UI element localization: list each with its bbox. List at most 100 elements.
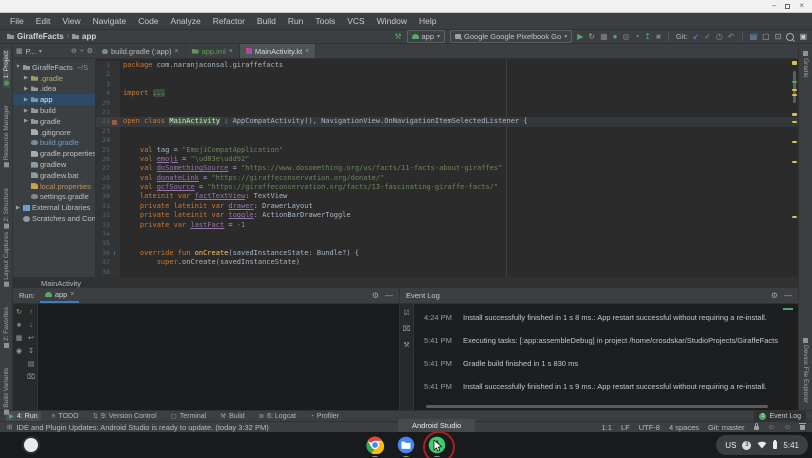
horizontal-scrollbar[interactable] (426, 405, 768, 408)
tool-button-profiler[interactable]: ◔Profiler (307, 411, 342, 421)
expand-arrow-icon[interactable]: ▼ (15, 64, 21, 70)
status-lf[interactable]: LF (621, 423, 630, 432)
print-icon[interactable]: ▤ (28, 361, 35, 368)
menu-run[interactable]: Run (282, 16, 310, 26)
tree-item-gitignore[interactable]: .gitignore (13, 127, 95, 138)
build-face-icon[interactable]: ☺ (784, 424, 791, 431)
status-4-spaces[interactable]: 4 spaces (669, 423, 699, 432)
expand-arrow-icon[interactable]: ▶ (23, 118, 29, 124)
mark-read-icon[interactable]: ☑ (403, 310, 409, 317)
tab-build-gradle-app[interactable]: build.gradle (:app)× (96, 44, 186, 58)
status-message[interactable]: IDE and Plugin Updates: Android Studio i… (16, 423, 268, 432)
git-history-icon[interactable]: ◷ (716, 32, 723, 41)
tree-item-build[interactable]: ▶build (13, 105, 95, 116)
editor-scrollbar[interactable] (793, 71, 796, 103)
stop-icon[interactable]: ■ (17, 322, 21, 329)
tab-app-iml[interactable]: app.iml× (186, 44, 240, 58)
down-stack-icon[interactable]: ↓ (29, 322, 33, 329)
clear-all-icon[interactable]: ⌧ (27, 374, 35, 381)
expand-arrow-icon[interactable]: ▶ (15, 205, 21, 211)
tab-mainactivity-kt[interactable]: MainActivity.kt× (240, 44, 316, 58)
status-1-1[interactable]: 1:1 (602, 423, 612, 432)
status-git-master[interactable]: Git: master (708, 423, 745, 432)
tool-stripe-layout-captures[interactable]: Layout Captures (3, 230, 10, 289)
log-settings-icon[interactable]: ⚒ (403, 342, 409, 349)
editor-breadcrumb[interactable]: MainActivity (41, 279, 81, 288)
lock-icon[interactable] (754, 426, 759, 430)
soft-wrap-icon[interactable]: ↩ (28, 335, 34, 342)
minimize-panel-icon[interactable]: — (385, 291, 393, 300)
status-message-area[interactable]: ⊞ IDE and Plugin Updates: Android Studio… (7, 423, 269, 432)
menu-window[interactable]: Window (371, 16, 413, 26)
window-icon[interactable]: ▣ (799, 32, 807, 41)
tree-item-gradlew-bat[interactable]: gradlew.bat (13, 170, 95, 181)
tool-stripe-build-variants[interactable]: Build Variants (3, 366, 10, 417)
restore-layout-icon[interactable]: ▦ (16, 335, 23, 342)
minimize-icon[interactable]: – (772, 2, 776, 10)
close-icon[interactable]: × (799, 2, 804, 10)
apply-changes-icon[interactable]: ▦ (600, 32, 608, 41)
expand-arrow-icon[interactable]: ▶ (23, 86, 29, 92)
device-selector[interactable]: Google Google Pixelbook Go ▾ (450, 30, 572, 43)
tool-stripe-2-structure[interactable]: 2: Structure (3, 186, 10, 231)
tool-button-build[interactable]: ⚒Build (217, 411, 247, 421)
avd-manager-icon[interactable]: ▢ (762, 32, 770, 41)
rerun-icon[interactable]: ↻ (588, 32, 595, 41)
close-icon[interactable]: × (305, 48, 309, 55)
close-icon[interactable]: × (229, 48, 233, 55)
status-utf-8[interactable]: UTF-8 (639, 423, 660, 432)
hide-panel-icon[interactable]: ⊖ (71, 47, 77, 55)
up-stack-icon[interactable]: ↑ (29, 309, 33, 316)
restore-icon[interactable] (785, 4, 790, 9)
tool-button-terminal[interactable]: ▢Terminal (168, 411, 210, 421)
tool-stripe-1-project[interactable]: 1: Project (3, 49, 10, 87)
run-config-selector[interactable]: app ▾ (407, 30, 446, 43)
pin-icon[interactable]: ◉ (16, 348, 22, 355)
profile-android-icon[interactable]: ↥ (644, 32, 651, 41)
tree-item-gradlew[interactable]: gradlew (13, 159, 95, 170)
sdk-manager-icon[interactable]: ⊡ (775, 32, 782, 41)
tool-button-4-run[interactable]: ▶4: Run (6, 411, 41, 421)
tree-item-gradle-properties[interactable]: gradle.properties (13, 148, 95, 159)
project-view-selector[interactable]: P... (26, 47, 36, 56)
tree-item-scratches-and-consoles[interactable]: Scratches and Consoles (13, 213, 95, 224)
close-icon[interactable]: × (70, 291, 74, 298)
tree-item-settings-gradle[interactable]: settings.gradle (13, 192, 95, 203)
expand-arrow-icon[interactable]: ▶ (23, 97, 29, 103)
launcher-button[interactable] (24, 438, 38, 452)
notifications-icon[interactable] (800, 425, 805, 430)
tool-stripe-2-favorites[interactable]: 2: Favorites (3, 305, 10, 350)
breadcrumb-project[interactable]: GiraffeFacts (17, 32, 64, 41)
tool-button-6-logcat[interactable]: ≣6: Logcat (256, 411, 299, 421)
tool-stripe-gradle[interactable]: Gradle (802, 49, 809, 80)
menu-view[interactable]: View (56, 16, 86, 26)
menu-help[interactable]: Help (413, 16, 442, 26)
shelf-status-area[interactable]: US 3 5:41 (716, 435, 808, 455)
menu-edit[interactable]: Edit (30, 16, 57, 26)
menu-code[interactable]: Code (132, 16, 164, 26)
tree-item-external-libraries[interactable]: ▶External Libraries (13, 202, 95, 213)
project-tree[interactable]: ▼GiraffeFacts~/S▶.gradle▶.idea▶app▶build… (13, 59, 96, 277)
gear-icon[interactable]: ⚙ (771, 291, 778, 300)
run-console[interactable] (38, 304, 399, 410)
tool-button-9-version-control[interactable]: ⇅9: Version Control (90, 411, 160, 421)
tool-stripe-resource-manager[interactable]: Resource Manager (3, 103, 10, 169)
menu-refactor[interactable]: Refactor (207, 16, 251, 26)
event-log-content[interactable]: 4:24 PMInstall successfully finished in … (414, 304, 798, 410)
collapse-all-icon[interactable]: ÷ (80, 48, 84, 55)
files-shelf-icon[interactable] (397, 436, 415, 454)
tool-stripe-device-file-explorer[interactable]: Device File Explorer (802, 336, 809, 405)
breadcrumb-module[interactable]: app (82, 32, 96, 41)
tree-item-gradle[interactable]: ▶gradle (13, 116, 95, 127)
git-rollback-icon[interactable]: ↶ (728, 32, 735, 41)
tool-button-todo[interactable]: ≡TODO (49, 411, 82, 421)
git-update-icon[interactable]: ↙ (693, 32, 700, 41)
stop-icon[interactable]: ■ (656, 32, 661, 41)
menu-vcs[interactable]: VCS (341, 16, 370, 26)
run-tab-app[interactable]: app × (40, 288, 80, 303)
debug-icon[interactable]: ● (613, 32, 618, 41)
attach-debugger-icon[interactable]: ◎ (622, 32, 629, 41)
gear-icon[interactable]: ⚙ (87, 47, 93, 55)
close-icon[interactable]: × (174, 48, 178, 55)
tree-item-giraffefacts[interactable]: ▼GiraffeFacts~/S (13, 62, 95, 73)
